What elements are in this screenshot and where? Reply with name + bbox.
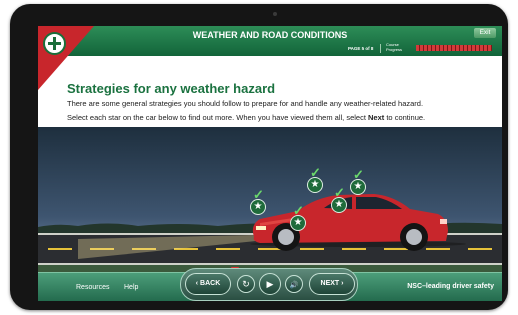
speaker-icon: 🔊	[289, 282, 299, 289]
play-icon: ▶	[266, 279, 274, 289]
road-edge-line-bottom	[38, 263, 502, 265]
instruction-text-b: to continue.	[384, 113, 426, 122]
check-icon: ✓	[353, 167, 364, 182]
chevron-right-icon: ›	[341, 280, 344, 287]
hazard-star-window[interactable]: ★ ✓	[331, 186, 347, 213]
instruction-next-word: Next	[368, 113, 385, 122]
check-icon: ✓	[334, 185, 345, 200]
playback-controls: ‹ BACK ↻ ▶ 🔊 NEXT ›	[180, 268, 358, 301]
camera-icon	[273, 12, 277, 16]
instruction-text-a: Select each star on the car below to fin…	[67, 113, 368, 122]
star-icon: ★	[310, 179, 320, 190]
car-scene: ★ ✓ ★ ✓ ★ ✓ ★ ✓ ★ ✓	[38, 127, 502, 272]
header-divider	[380, 44, 381, 53]
hazard-star-roof[interactable]: ★ ✓	[350, 168, 366, 195]
instruction-line-1: There are some general strategies you sh…	[67, 99, 424, 108]
resources-link[interactable]: Resources	[76, 284, 109, 291]
page-indicator: PAGE 5 of 8	[348, 46, 374, 51]
course-progress-label: Course Progress	[386, 42, 403, 52]
check-icon: ✓	[310, 165, 321, 180]
replay-button[interactable]: ↻	[237, 275, 255, 293]
star-icon: ★	[334, 199, 344, 210]
hazard-star-windshield[interactable]: ★ ✓	[307, 166, 323, 193]
page-heading: Strategies for any weather hazard	[67, 81, 276, 96]
progress-label-line-2: Progress	[386, 46, 403, 52]
course-progress-bar	[416, 45, 492, 51]
tablet-frame: Strategies for any weather hazard There …	[10, 4, 508, 310]
module-title: WEATHER AND ROAD CONDITIONS	[192, 30, 348, 40]
chevron-left-icon: ‹	[195, 280, 199, 287]
check-icon: ✓	[253, 187, 264, 202]
back-button[interactable]: ‹ BACK	[185, 273, 231, 295]
top-header-bar: WEATHER AND ROAD CONDITIONS Exit PAGE 5 …	[38, 26, 502, 56]
tagline: NSC–leading driver safety	[407, 283, 494, 290]
exit-button[interactable]: Exit	[474, 28, 496, 38]
check-icon: ✓	[293, 203, 304, 218]
content-panel: Strategies for any weather hazard There …	[38, 56, 502, 127]
hazard-star-hood[interactable]: ★ ✓	[290, 204, 306, 231]
star-icon: ★	[253, 201, 263, 212]
audio-button[interactable]: 🔊	[285, 275, 303, 293]
replay-icon: ↻	[242, 279, 250, 289]
nsc-cross-logo-icon	[43, 32, 66, 55]
back-label: BACK	[200, 280, 221, 287]
road-car-illustration	[38, 194, 502, 272]
instruction-line-2: Select each star on the car below to fin…	[67, 113, 425, 122]
hazard-star-headlight[interactable]: ★ ✓	[250, 188, 266, 215]
next-label: NEXT	[320, 280, 340, 287]
red-car	[250, 194, 466, 251]
help-link[interactable]: Help	[124, 284, 138, 291]
star-icon: ★	[293, 217, 303, 228]
next-button[interactable]: NEXT ›	[309, 273, 355, 295]
star-icon: ★	[353, 181, 363, 192]
course-screen: Strategies for any weather hazard There …	[38, 26, 502, 301]
play-button[interactable]: ▶	[259, 273, 281, 295]
